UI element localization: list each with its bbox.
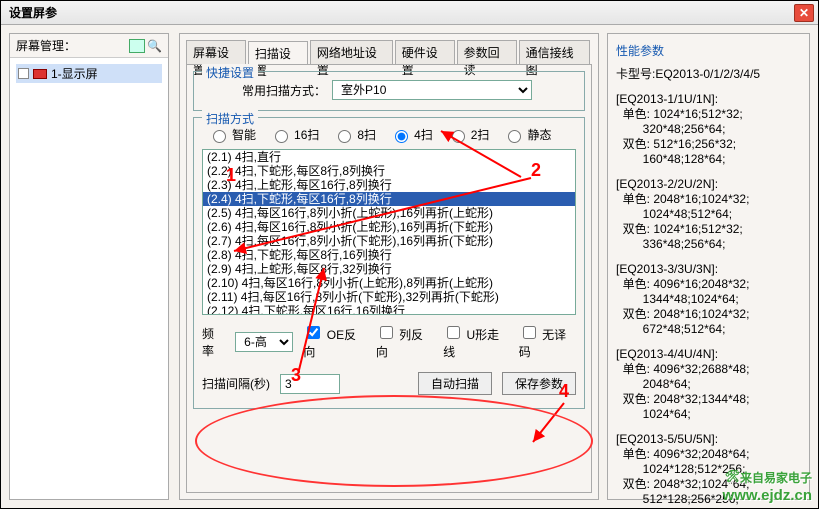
scan-radio-2[interactable]: 8扫 [333, 126, 376, 143]
oe-checkbox[interactable]: OE反向 [303, 323, 365, 360]
tree-item[interactable]: 1-显示屏 [16, 64, 162, 83]
screen-mgmt-label: 屏幕管理： [16, 37, 129, 54]
list-item[interactable]: (2.3) 4扫,上蛇形,每区16行,8列换行 [203, 178, 575, 192]
interval-input[interactable] [280, 374, 340, 394]
tab-screen[interactable]: 屏幕设置 [186, 40, 246, 64]
list-item[interactable]: (2.12) 4扫,下蛇形,每区16行,16列换行 [203, 304, 575, 315]
tab-network[interactable]: 网络地址设置 [310, 40, 393, 64]
list-item[interactable]: (2.7) 4扫,每区16行,8列小折(下蛇形),16列再折(下蛇形) [203, 234, 575, 248]
freq-label: 频率 [202, 325, 225, 359]
add-screen-icon[interactable] [129, 39, 145, 53]
save-params-button[interactable]: 保存参数 [502, 372, 576, 395]
list-item[interactable]: (2.4) 4扫,下蛇形,每区16行,8列换行 [203, 192, 575, 206]
scan-radio-row: 智能 16扫 8扫 4扫 2扫 静态 [202, 126, 576, 143]
list-item[interactable]: (2.10) 4扫,每区16行,8列小折(上蛇形),8列再折(上蛇形) [203, 276, 575, 290]
watermark: 🛠来自易家电子 www.ejdz.cn [722, 469, 812, 504]
perf-title: 性能参数 [616, 42, 801, 59]
noclk-checkbox[interactable]: 无译码 [519, 323, 576, 360]
common-scan-label: 常用扫描方式： [242, 82, 326, 99]
scan-group: 扫描方式 智能 16扫 8扫 4扫 2扫 静态 (2.1) 4扫,直行(2.2)… [193, 117, 585, 409]
quick-group-title: 快捷设置 [202, 64, 258, 81]
tree-item-label: 1-显示屏 [51, 65, 98, 82]
list-item[interactable]: (2.8) 4扫,下蛇形,每区8行,16列换行 [203, 248, 575, 262]
list-item[interactable]: (2.2) 4扫,下蛇形,每区8行,8列换行 [203, 164, 575, 178]
tab-readback[interactable]: 参数回读 [457, 40, 517, 64]
tools-icon: 🛠 [722, 469, 740, 487]
interval-label: 扫描间隔(秒) [202, 375, 270, 392]
list-item[interactable]: (2.1) 4扫,直行 [203, 150, 575, 164]
window-title: 设置屏参 [5, 4, 794, 21]
common-scan-select[interactable]: 室外P10 [332, 80, 532, 100]
list-item[interactable]: (2.11) 4扫,每区16行,8列小折(下蛇形),32列再折(下蛇形) [203, 290, 575, 304]
ushape-checkbox[interactable]: U形走线 [443, 323, 509, 360]
quick-group: 快捷设置 常用扫描方式： 室外P10 [193, 71, 585, 111]
tree-expand-icon[interactable] [18, 68, 29, 79]
scan-group-title: 扫描方式 [202, 110, 258, 127]
screen-tree: 1-显示屏 [10, 58, 168, 499]
scan-radio-4[interactable]: 2扫 [447, 126, 490, 143]
right-panel: 性能参数 卡型号:EQ2013-0/1/2/3/4/5 [EQ2013-1/1U… [607, 33, 810, 500]
scan-radio-3[interactable]: 4扫 [390, 126, 433, 143]
tab-wiring[interactable]: 通信接线图 [519, 40, 590, 64]
scan-radio-0[interactable]: 智能 [208, 126, 256, 143]
scan-listbox[interactable]: (2.1) 4扫,直行(2.2) 4扫,下蛇形,每区8行,8列换行(2.3) 4… [202, 149, 576, 315]
perf-block: [EQ2013-1/1U/1N]: 单色: 1024*16;512*32; 32… [616, 92, 801, 167]
col-checkbox[interactable]: 列反向 [376, 323, 433, 360]
perf-block: [EQ2013-3/3U/3N]: 单色: 4096*16;2048*32; 1… [616, 262, 801, 337]
perf-block: [EQ2013-4/4U/4N]: 单色: 4096*32;2688*48; 2… [616, 347, 801, 422]
mid-panel: 屏幕设置 扫描设置 网络地址设置 硬件设置 参数回读 通信接线图 快捷设置 常用… [179, 33, 599, 500]
list-item[interactable]: (2.5) 4扫,每区16行,8列小折(上蛇形),16列再折(上蛇形) [203, 206, 575, 220]
freq-select[interactable]: 6-高 [235, 332, 293, 352]
search-icon[interactable]: 🔍 [147, 39, 162, 53]
list-item[interactable]: (2.9) 4扫,上蛇形,每区8行,32列换行 [203, 262, 575, 276]
tab-bar: 屏幕设置 扫描设置 网络地址设置 硬件设置 参数回读 通信接线图 [186, 40, 592, 64]
scan-radio-1[interactable]: 16扫 [270, 126, 319, 143]
card-model: 卡型号:EQ2013-0/1/2/3/4/5 [616, 67, 801, 82]
list-item[interactable]: (2.6) 4扫,每区16行,8列小折(上蛇形),16列再折(下蛇形) [203, 220, 575, 234]
left-panel: 屏幕管理： 🔍 1-显示屏 [9, 33, 169, 500]
led-icon [33, 69, 47, 79]
auto-scan-button[interactable]: 自动扫描 [418, 372, 492, 395]
tab-scan[interactable]: 扫描设置 [248, 41, 308, 65]
perf-block: [EQ2013-2/2U/2N]: 单色: 2048*16;1024*32; 1… [616, 177, 801, 252]
close-button[interactable]: ✕ [794, 4, 814, 22]
tab-hardware[interactable]: 硬件设置 [395, 40, 455, 64]
scan-radio-5[interactable]: 静态 [503, 126, 551, 143]
